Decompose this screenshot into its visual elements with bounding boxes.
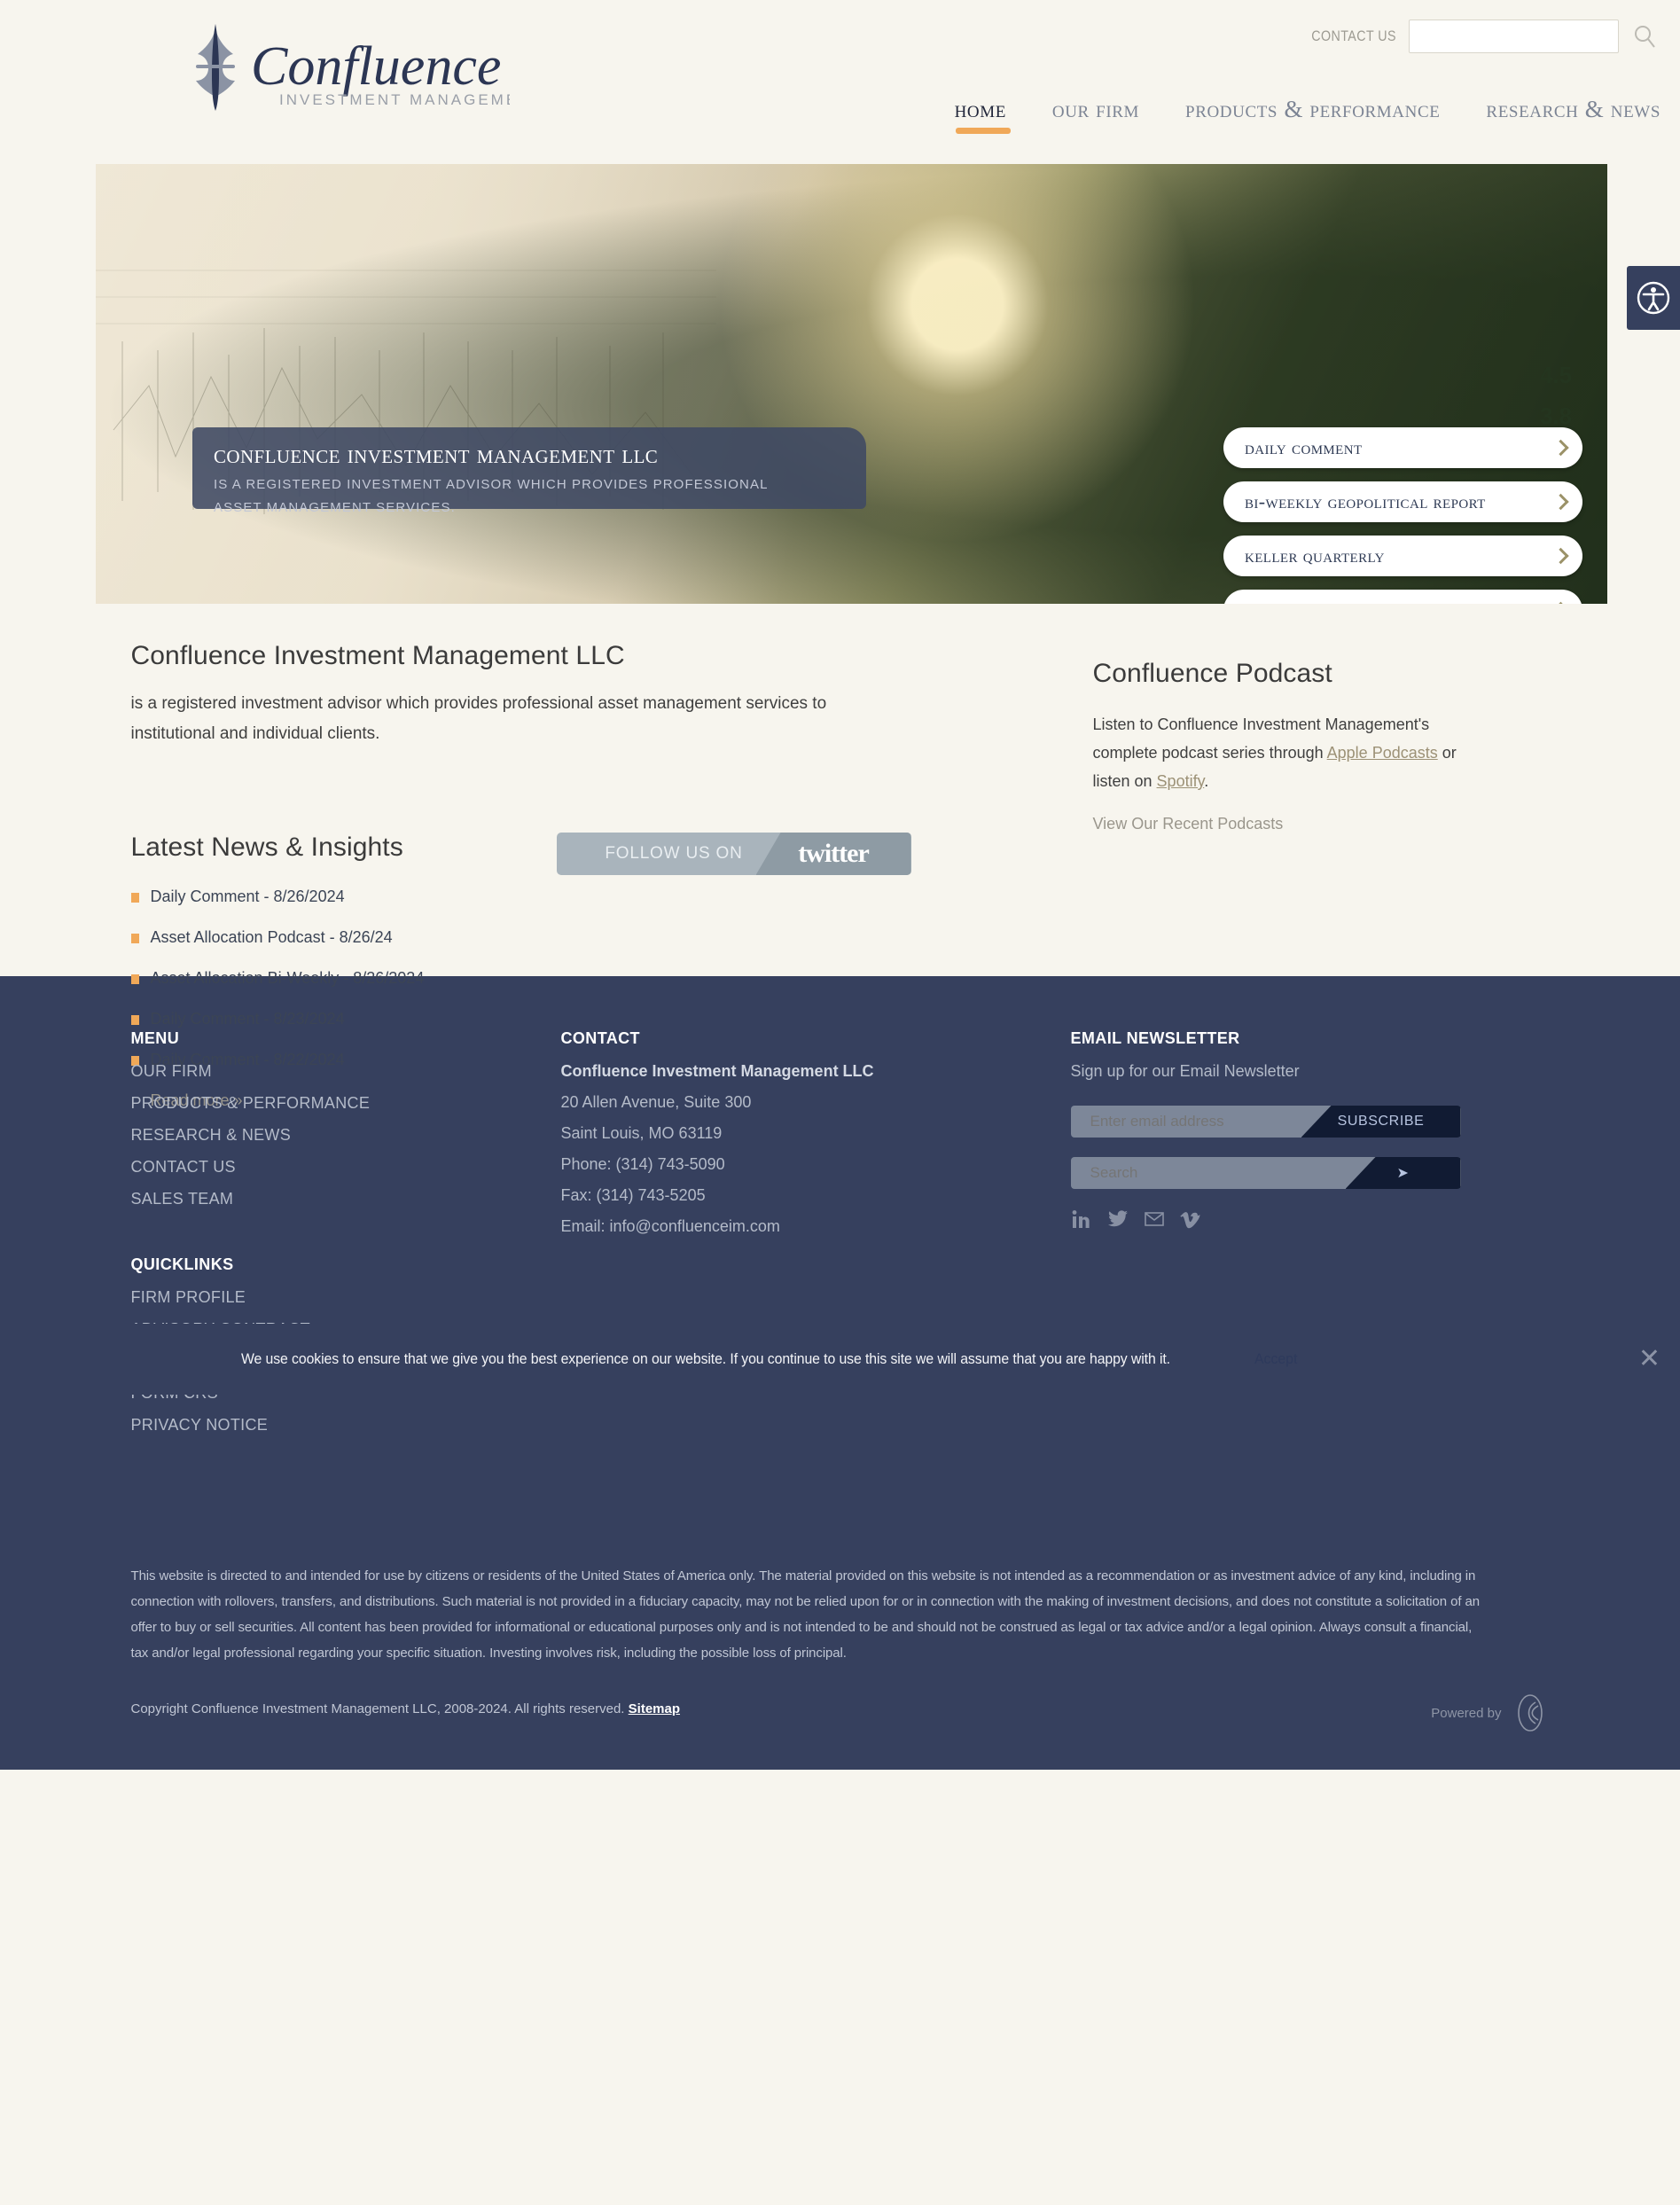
hero-link-list: Daily Comment Bi-Weekly Geopolitical Rep… xyxy=(1223,427,1582,604)
footer-search-field[interactable]: ➤ xyxy=(1070,1157,1461,1189)
hero-link-bi-weekly-geopolitical-report[interactable]: Bi-Weekly Geopolitical Report xyxy=(1223,481,1582,522)
footer-search-input[interactable] xyxy=(1090,1157,1312,1189)
podcast-paragraph: Listen to Confluence Investment Manageme… xyxy=(1093,710,1465,795)
list-item[interactable]: Asset Allocation Podcast - 8/26/24 xyxy=(130,928,663,947)
apple-podcasts-link[interactable]: Apple Podcasts xyxy=(1327,744,1438,762)
footer-copyright: Copyright Confluence Investment Manageme… xyxy=(131,1701,1550,1770)
header-utility-bar: CONTACT US xyxy=(1295,20,1658,53)
footer-phone: Phone: (314) 743-5090 xyxy=(560,1155,725,1173)
vimeo-icon[interactable] xyxy=(1179,1208,1201,1230)
footer-search-submit-button[interactable]: ➤ xyxy=(1345,1157,1461,1189)
page-root: Confluence INVESTMENT MANAGEMENT CONTACT… xyxy=(0,0,1680,1770)
sitemap-link[interactable]: Sitemap xyxy=(629,1701,680,1716)
powered-by-logo-icon xyxy=(1517,1694,1543,1732)
hero-link-daily-comment[interactable]: Daily Comment xyxy=(1223,427,1582,468)
footer-address-line-1: 20 Allen Avenue, Suite 300 xyxy=(560,1093,752,1111)
hero-link-label: Keller Quarterly xyxy=(1245,544,1385,567)
search-icon[interactable] xyxy=(1631,22,1658,51)
chevron-right-icon xyxy=(1552,439,1569,457)
list-item[interactable]: Asset Allocation Bi-Weekly - 8/26/2024 xyxy=(130,969,663,988)
twitter-icon[interactable] xyxy=(1107,1208,1129,1230)
intro-paragraph: is a registered investment advisor which… xyxy=(130,694,827,743)
hero-banner: 4.53.83.4 Confluence Investment Manageme… xyxy=(96,164,1607,604)
footer-link-contact-us[interactable]: CONTACT US xyxy=(131,1158,561,1177)
footer-fax: Fax: (314) 743-5205 xyxy=(560,1186,706,1204)
linkedin-icon[interactable] xyxy=(1071,1208,1092,1230)
footer-link-our-firm[interactable]: OUR FIRM xyxy=(131,1062,561,1081)
nav-label: Our Firm xyxy=(1051,96,1140,122)
footer-menu-heading: MENU xyxy=(130,1029,180,1047)
footer-link-privacy-notice[interactable]: PRIVACY NOTICE xyxy=(131,1416,561,1435)
main-content: Confluence Investment Management LLC is … xyxy=(0,604,1680,1395)
nav-label: Products & Performance xyxy=(1185,96,1441,122)
news-item-label: Asset Allocation Podcast - 8/26/24 xyxy=(150,928,393,946)
nav-item-products-performance[interactable]: Products & Performance xyxy=(1185,96,1440,134)
svg-text:Confluence: Confluence xyxy=(251,36,501,97)
cookie-message: We use cookies to ensure that we give yo… xyxy=(241,1350,1170,1367)
podcast-block: Confluence Podcast Listen to Confluence … xyxy=(1093,659,1465,833)
powered-by[interactable]: Powered by xyxy=(1431,1693,1549,1732)
podcast-text-3: . xyxy=(1204,772,1209,790)
twitter-wordmark: twitter xyxy=(798,839,870,868)
close-icon[interactable]: ✕ xyxy=(1638,1346,1660,1372)
footer-address-line-2: Saint Louis, MO 63119 xyxy=(560,1124,723,1142)
news-item-label: Daily Comment - 8/23/2024 xyxy=(150,1010,345,1028)
accessibility-icon xyxy=(1637,281,1670,315)
site-header: Confluence INVESTMENT MANAGEMENT CONTACT… xyxy=(0,0,1680,164)
subscribe-button[interactable]: SUBSCRIBE xyxy=(1301,1106,1461,1138)
footer-link-products-performance[interactable]: PRODUCTS & PERFORMANCE xyxy=(131,1094,561,1113)
site-logo[interactable]: Confluence INVESTMENT MANAGEMENT xyxy=(182,22,510,124)
cookie-consent-bar: We use cookies to ensure that we give yo… xyxy=(0,1324,1680,1395)
chevron-right-icon xyxy=(1552,547,1569,565)
email-icon[interactable] xyxy=(1144,1208,1165,1230)
footer-social-links xyxy=(1071,1208,1452,1230)
hero-caption-title: Confluence Investment Management LLC xyxy=(214,440,659,469)
twitter-logo: twitter xyxy=(755,833,911,875)
nav-label: Home xyxy=(954,96,1006,122)
powered-by-label: Powered by xyxy=(1431,1705,1502,1721)
contact-us-link[interactable]: CONTACT US xyxy=(1311,27,1396,45)
nav-item-home[interactable]: Home xyxy=(954,96,1011,134)
footer-disclaimer: This website is directed to and intended… xyxy=(130,1568,1481,1661)
list-item[interactable]: Daily Comment - 8/26/2024 xyxy=(130,887,663,906)
fleur-de-lis-icon xyxy=(196,24,235,111)
footer-contact-heading: CONTACT xyxy=(560,1029,640,1047)
svg-text:INVESTMENT MANAGEMENT: INVESTMENT MANAGEMENT xyxy=(279,91,510,108)
spotify-link[interactable]: Spotify xyxy=(1157,772,1205,790)
hero-caption: Confluence Investment Management LLC is … xyxy=(192,427,866,515)
news-item-label: Asset Allocation Bi-Weekly - 8/26/2024 xyxy=(150,969,425,987)
footer-link-sales-team[interactable]: SALES TEAM xyxy=(131,1190,561,1208)
nav-label: Research & News xyxy=(1486,96,1660,122)
footer-company-name: Confluence Investment Management LLC xyxy=(560,1062,874,1080)
follow-us-twitter-button[interactable]: FOLLOW US ON twitter xyxy=(556,833,911,875)
nav-item-research-news[interactable]: Research & News xyxy=(1486,96,1660,134)
main-navigation: Home Our Firm Products & Performance Res… xyxy=(955,96,1660,134)
footer-link-firm-profile[interactable]: FIRM PROFILE xyxy=(131,1288,561,1307)
page-title: Confluence Investment Management LLC xyxy=(130,641,625,670)
twitter-button-label: FOLLOW US ON xyxy=(605,844,743,863)
list-item[interactable]: Daily Comment - 8/23/2024 xyxy=(130,1010,663,1028)
podcast-heading: Confluence Podcast xyxy=(1092,659,1332,688)
footer-email[interactable]: Email: info@confluenceim.com xyxy=(561,1217,1071,1236)
header-search-input[interactable] xyxy=(1409,20,1619,53)
footer-newsletter-heading: EMAIL NEWSLETTER xyxy=(1070,1029,1240,1047)
newsletter-signup-field[interactable]: SUBSCRIBE xyxy=(1070,1106,1461,1138)
cookie-accept-button[interactable]: Accept xyxy=(1254,1350,1297,1368)
footer-quicklinks-heading: QUICKLINKS xyxy=(130,1255,234,1273)
news-item-label: Daily Comment - 8/26/2024 xyxy=(150,887,345,905)
view-recent-podcasts-link[interactable]: View Our Recent Podcasts xyxy=(1093,815,1465,833)
hero-caption-subtitle: is a registered investment advisor which… xyxy=(214,477,768,515)
copyright-text: Copyright Confluence Investment Manageme… xyxy=(130,1701,625,1716)
hero-link-asset-allocation-quarterly[interactable]: Asset Allocation Quarterly xyxy=(1223,590,1582,604)
hero-link-keller-quarterly[interactable]: Keller Quarterly xyxy=(1223,536,1582,576)
hero-link-label: Daily Comment xyxy=(1245,436,1363,458)
nav-item-our-firm[interactable]: Our Firm xyxy=(1052,96,1139,134)
footer-link-research-news[interactable]: RESEARCH & NEWS xyxy=(131,1126,561,1145)
accessibility-widget-button[interactable] xyxy=(1627,266,1680,330)
hero-link-label: Bi-Weekly Geopolitical Report xyxy=(1245,490,1486,512)
chevron-right-icon xyxy=(1552,493,1569,511)
email-input[interactable] xyxy=(1090,1106,1312,1138)
footer-newsletter-subtitle: Sign up for our Email Newsletter xyxy=(1070,1062,1300,1080)
